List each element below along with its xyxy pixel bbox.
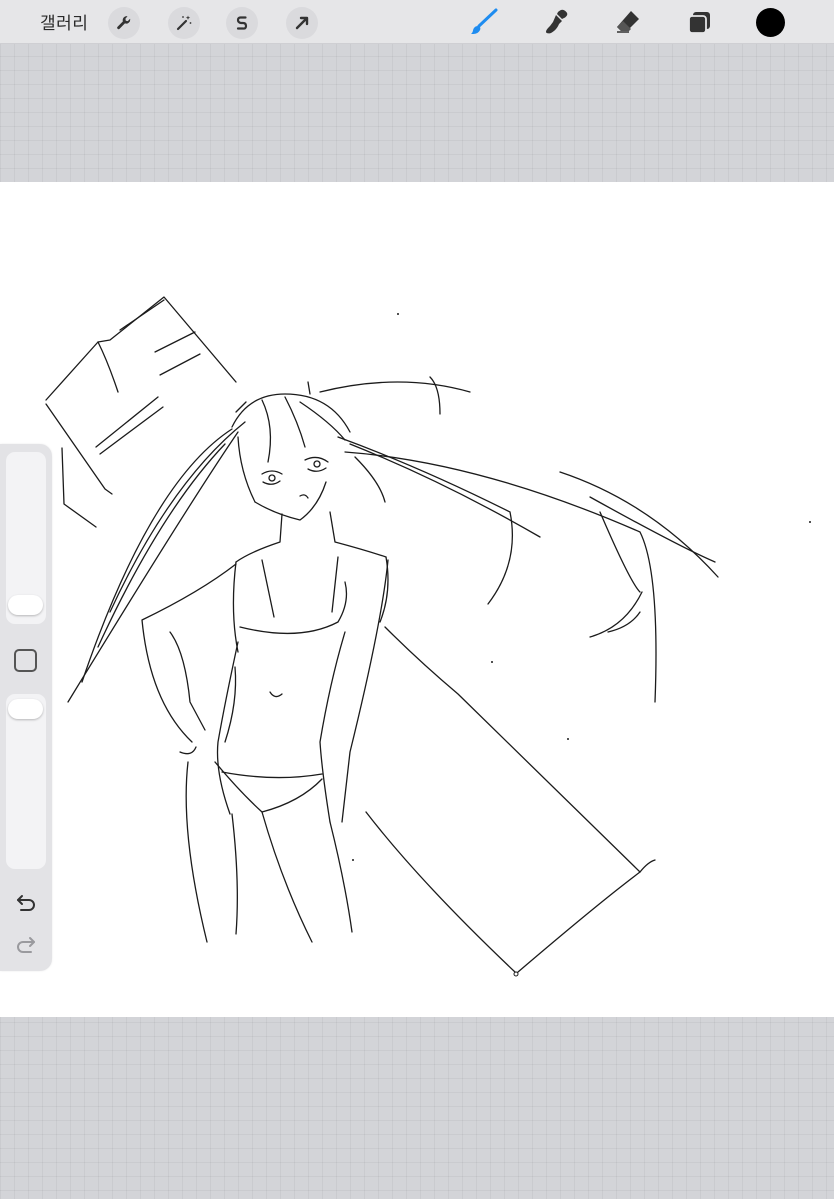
- redo-button[interactable]: [13, 932, 39, 958]
- layers-icon: [688, 12, 710, 34]
- wrench-icon: [117, 16, 131, 30]
- eraser-button[interactable]: [612, 6, 644, 38]
- smudge-icon: [546, 9, 568, 34]
- drawing-canvas[interactable]: [0, 182, 834, 1017]
- selection-button[interactable]: [226, 7, 258, 39]
- left-sidebar: [0, 444, 52, 971]
- brush-size-thumb[interactable]: [8, 595, 43, 615]
- eraser-icon: [617, 11, 639, 33]
- brush-size-slider[interactable]: [6, 452, 46, 624]
- undo-arrow-icon: [17, 895, 35, 911]
- opacity-thumb[interactable]: [8, 699, 43, 719]
- magic-wand-icon: [176, 15, 192, 31]
- layers-button[interactable]: [684, 6, 716, 38]
- undo-button[interactable]: [13, 890, 39, 916]
- sketch-artwork: [45, 296, 811, 977]
- smudge-button[interactable]: [541, 6, 573, 38]
- transform-button[interactable]: [286, 7, 318, 39]
- modify-button[interactable]: [14, 649, 37, 672]
- redo-arrow-icon: [17, 937, 35, 953]
- actions-button[interactable]: [108, 7, 140, 39]
- selection-icon: [236, 16, 248, 30]
- gallery-button[interactable]: 갤러리: [40, 9, 88, 34]
- top-toolbar: 갤러리: [0, 0, 834, 44]
- color-swatch[interactable]: [756, 8, 785, 37]
- opacity-slider[interactable]: [6, 694, 46, 869]
- transform-arrow-icon: [295, 16, 309, 30]
- paint-brush-button[interactable]: [468, 6, 500, 38]
- brush-icon: [471, 8, 498, 35]
- adjustments-button[interactable]: [168, 7, 200, 39]
